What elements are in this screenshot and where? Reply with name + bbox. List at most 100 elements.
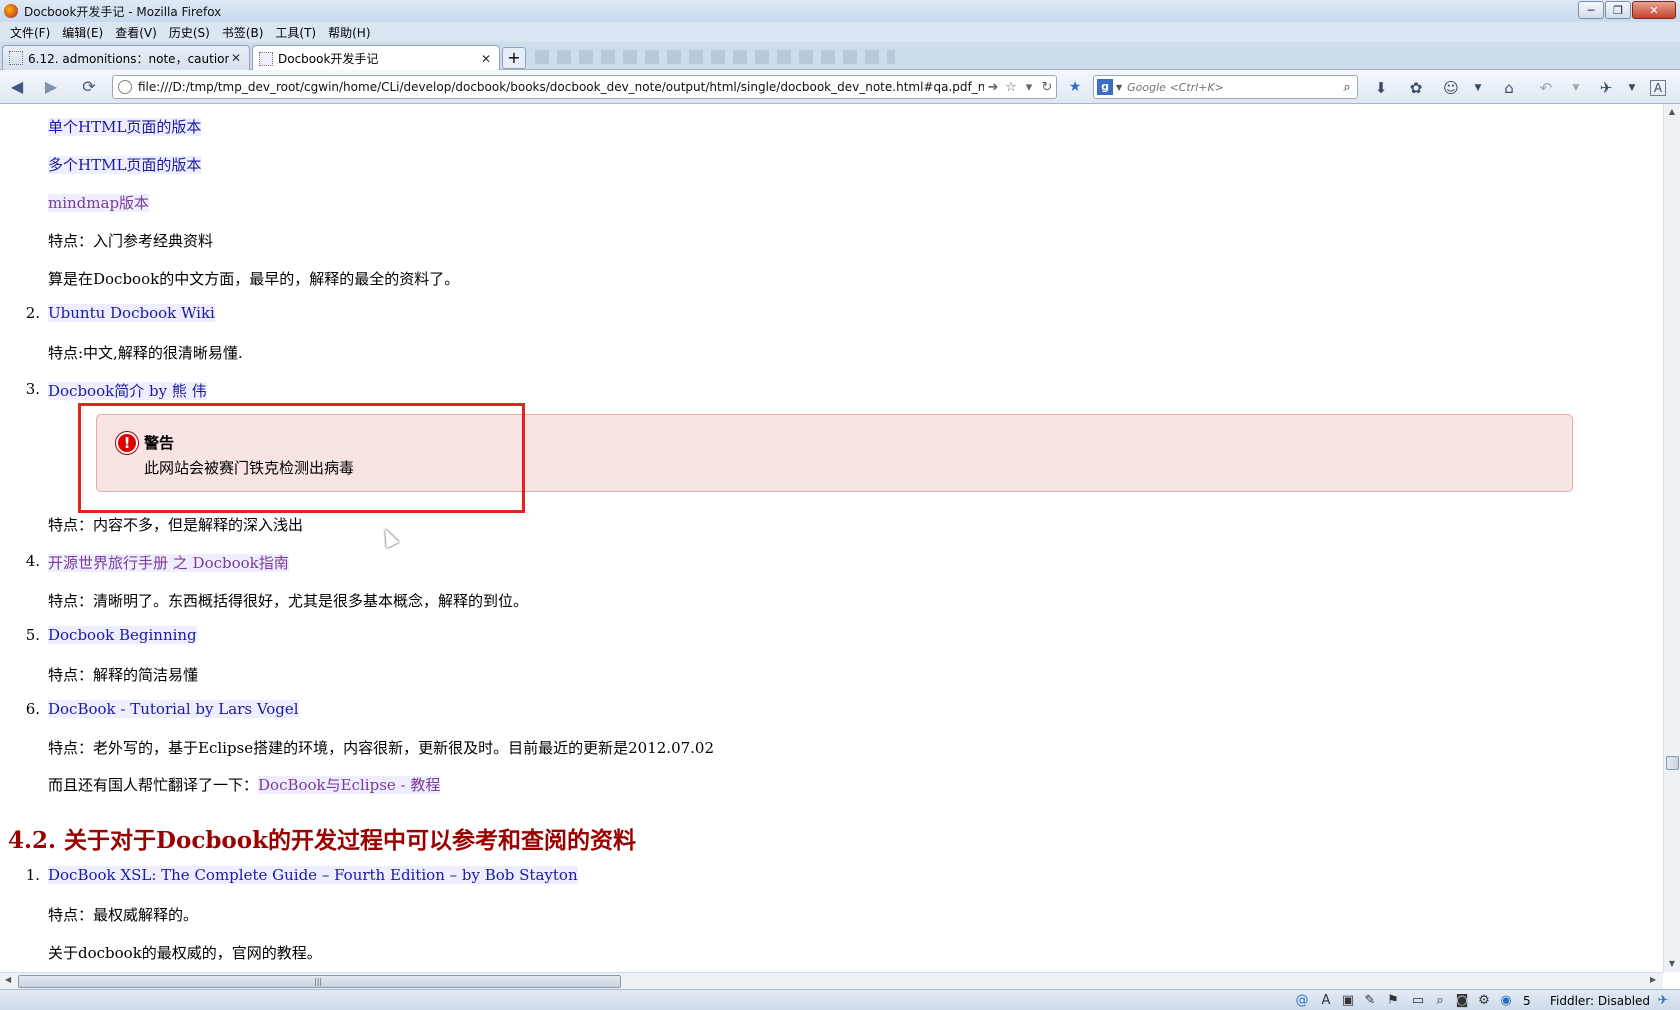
url-bar[interactable]: file:///D:/tmp/tmp_dev_root/cgwin/home/C… [112,75,1057,99]
maximize-button[interactable]: ❐ [1605,1,1631,19]
scroll-grip-icon: ||| [314,977,323,986]
forward-arrow-icon[interactable]: ▶ [40,77,62,97]
bookmarks-toolbar-icon[interactable]: ★ [1065,79,1085,97]
tab-admonitions[interactable]: 6.12. admonitions：note，caution，... ✕ [2,45,250,70]
status-bar: @ A ▣ ✎ ⚑ ▭ ⌕ ◙ ⚙ ◉ 5 Fiddler: Disabled … [0,989,1680,1010]
feature-text: 特点：清晰明了。东西概括得很好，尤其是很多基本概念，解释的到位。 [48,592,529,610]
tab-close-icon[interactable]: ✕ [479,52,493,66]
tab-favicon-icon [9,51,23,65]
tab-favicon-icon [259,51,273,66]
window-title: Docbook开发手记 - Mozilla Firefox [24,4,222,19]
history-dropdown-icon[interactable]: ▾ [1020,80,1038,95]
mouse-cursor-icon [378,525,400,549]
font-size-addon-icon[interactable]: A [1650,80,1666,96]
addon-count: 5 [1523,994,1531,1008]
section-heading: 4.2. 关于对于Docbook的开发过程中可以参考和查阅的资料 [8,827,637,854]
feature-text: 特点：最权威解释的。 [48,906,199,924]
eye-addon-icon[interactable]: ◉ [1498,993,1514,1009]
menu-bar: 文件(F) 编辑(E) 查看(V) 历史(S) 书签(B) 工具(T) 帮助(H… [0,22,1680,42]
undo-close-tab-icon[interactable]: ↶ [1535,78,1557,98]
minimize-button[interactable]: ─ [1578,1,1604,19]
font-addon-icon[interactable]: A [1318,993,1334,1009]
menu-edit[interactable]: 编辑(E) [56,24,109,41]
list-item: DocBook XSL: The Complete Guide – Fourth… [48,866,578,884]
site-identity-icon[interactable] [118,80,132,94]
menu-bookmarks[interactable]: 书签(B) [216,24,270,41]
tab-close-icon[interactable]: ✕ [229,51,243,65]
link-docbook-intro[interactable]: Docbook简介 by 熊 伟 [48,382,207,400]
fiddler-icon[interactable]: ✈ [1655,993,1671,1009]
description-text: 关于docbook的最权威的，官网的教程。 [48,944,322,962]
scroll-down-arrow-icon[interactable]: ▼ [1664,959,1680,968]
navigation-toolbar: ◀ ▶ ⟳ file:///D:/tmp/tmp_dev_root/cgwin/… [0,70,1680,104]
scroll-left-arrow-icon[interactable]: ◀ [5,975,11,984]
new-tab-button[interactable]: + [502,47,526,69]
feature-text: 特点：解释的简洁易懂 [48,666,199,684]
reload-page-icon[interactable]: ⟳ [78,77,100,97]
list-item: Ubuntu Docbook Wiki [48,304,215,322]
downloads-icon[interactable]: ⬇ [1370,78,1392,98]
search-magnifier-icon[interactable]: ⌕ [1337,80,1357,95]
link-docbook-tutorial-vogel[interactable]: DocBook - Tutorial by Lars Vogel [48,700,299,718]
undo-dropdown-icon[interactable]: ▼ [1565,78,1587,98]
menu-tools[interactable]: 工具(T) [269,24,322,41]
back-arrow-icon[interactable]: ◀ [6,77,28,97]
scroll-up-arrow-icon[interactable]: ▲ [1664,107,1680,116]
url-text[interactable]: file:///D:/tmp/tmp_dev_root/cgwin/home/C… [138,80,984,94]
addon-icon[interactable]: ✿ [1405,78,1427,98]
home-icon[interactable]: ⌂ [1498,78,1520,98]
refresh-icon[interactable]: ↻ [1038,80,1056,95]
feature-text: 特点:中文,解释的很清晰易懂. [48,344,243,362]
pen-addon-icon[interactable]: ✎ [1362,993,1378,1009]
go-arrow-icon[interactable]: ➜ [984,80,1002,95]
fiddler-status[interactable]: Fiddler: Disabled [1550,994,1650,1008]
link-open-source-world[interactable]: 开源世界旅行手册 之 Docbook指南 [48,554,289,572]
scroll-right-arrow-icon[interactable]: ▶ [1650,975,1656,984]
list-item: Docbook简介 by 熊 伟 [48,380,207,401]
list-item: mindmap版本 [48,192,150,213]
link-docbook-beginning[interactable]: Docbook Beginning [48,626,197,644]
link-multi-html[interactable]: 多个HTML页面的版本 [48,156,202,174]
list-item: 多个HTML页面的版本 [48,154,202,175]
page-addon-icon[interactable]: ▣ [1340,993,1356,1009]
link-mindmap[interactable]: mindmap版本 [48,194,150,212]
tab-docbook-dev-note[interactable]: Docbook开发手记 ✕ [252,45,500,71]
at-sign-addon-icon[interactable]: @ [1294,993,1310,1009]
bookmark-star-icon[interactable]: ☆ [1002,80,1020,95]
menu-file[interactable]: 文件(F) [4,24,56,41]
menu-history[interactable]: 历史(S) [163,24,216,41]
engine-dropdown-icon[interactable]: ▼ [1116,83,1122,92]
window-addon-icon[interactable]: ▭ [1410,993,1426,1009]
menu-view[interactable]: 查看(V) [109,24,163,41]
red-highlight-box [78,403,525,513]
list-item: DocBook - Tutorial by Lars Vogel [48,700,299,718]
list-item: Docbook Beginning [48,626,197,644]
link-docbook-xsl-guide[interactable]: DocBook XSL: The Complete Guide – Fourth… [48,866,578,884]
tools-dropdown-icon[interactable]: ▼ [1621,78,1643,98]
translation-prefix: 而且还有国人帮忙翻译了一下： [48,776,259,794]
description-text: 算是在Docbook的中文方面，最早的，解释的最全的资料了。 [48,270,460,288]
horizontal-scroll-thumb[interactable]: ||| [18,975,621,988]
google-engine-icon[interactable]: g [1097,79,1113,95]
menu-help[interactable]: 帮助(H) [322,24,376,41]
list-item: 开源世界旅行手册 之 Docbook指南 [48,552,289,573]
settings-addon-icon[interactable]: ⚙ [1476,993,1492,1009]
camera-addon-icon[interactable]: ◙ [1454,993,1470,1009]
vertical-scrollbar[interactable]: ▲ ▼ [1663,104,1680,972]
search-input[interactable] [1127,80,1337,94]
close-button[interactable]: ✕ [1632,1,1676,19]
list-number: 3. [25,380,40,398]
link-single-html[interactable]: 单个HTML页面的版本 [48,118,202,136]
magnifier-addon-icon[interactable]: ⌕ [1432,993,1448,1009]
horizontal-scrollbar[interactable]: ◀ ||| ▶ [0,972,1663,989]
link-ubuntu-docbook-wiki[interactable]: Ubuntu Docbook Wiki [48,304,215,322]
smiley-addon-icon[interactable]: ☺ [1440,78,1462,98]
feature-text: 特点：内容不多，但是解释的深入浅出 [48,516,304,534]
tools-addon-icon[interactable]: ✈ [1595,78,1617,98]
vertical-scroll-thumb[interactable] [1666,756,1679,770]
pipe-addon-icon[interactable]: ⚑ [1385,993,1401,1009]
link-docbook-eclipse-cn[interactable]: DocBook与Eclipse - 教程 [258,776,441,794]
search-bar[interactable]: g ▼ ⌕ [1093,75,1358,99]
addon-dropdown-icon[interactable]: ▼ [1467,78,1489,98]
feature-text: 特点：入门参考经典资料 [48,232,214,250]
